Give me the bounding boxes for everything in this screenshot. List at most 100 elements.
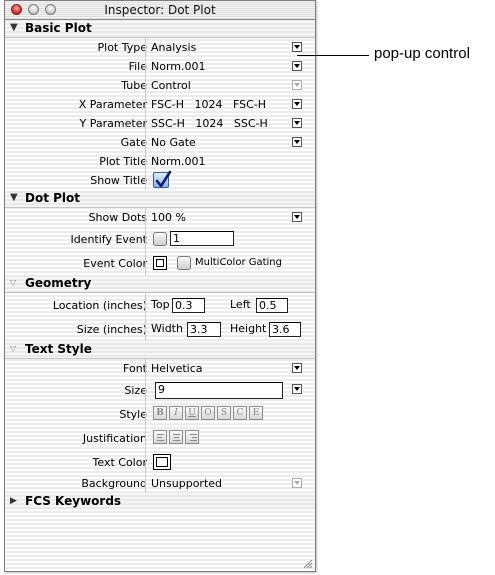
show-dots-label: Show Dots [88, 211, 147, 224]
size-label: Size (inches) [76, 323, 147, 336]
disclosure-triangle-down-icon[interactable]: ▽ [10, 278, 16, 287]
event-color-row: Event Color MultiColor Gating [5, 251, 315, 275]
font-label: Font [123, 362, 147, 375]
disclosure-triangle-down-icon[interactable]: ▼ [10, 22, 18, 33]
font-popup-arrow-icon[interactable] [292, 363, 302, 373]
inspector-window: Inspector: Dot Plot ▼ Basic Plot Plot Ty… [4, 0, 316, 572]
extend-button[interactable]: E [249, 406, 263, 420]
tube-value[interactable]: Control [151, 79, 191, 92]
font-row: Font Helvetica [5, 359, 315, 378]
background-label: Background [81, 477, 147, 490]
gate-row: Gate No Gate [5, 133, 315, 152]
section-title: FCS Keywords [25, 494, 122, 508]
section-title: Text Style [25, 342, 92, 356]
section-geometry[interactable]: ▽ Geometry [5, 275, 315, 293]
show-dots-row: Show Dots 100 % [5, 208, 315, 227]
gate-value[interactable]: No Gate [151, 136, 196, 149]
y-parameter-popup-arrow-icon[interactable] [292, 118, 302, 128]
plot-title-value[interactable]: Norm.001 [151, 155, 206, 168]
font-value[interactable]: Helvetica [151, 362, 203, 375]
x-parameter-row: X Parameter FSC-H 1024 FSC-H [5, 95, 315, 114]
section-title: Dot Plot [25, 191, 81, 205]
show-dots-value[interactable]: 100 % [151, 211, 186, 224]
condense-button[interactable]: C [233, 406, 247, 420]
identify-event-field[interactable]: 1 [170, 231, 234, 246]
x-parameter-value[interactable]: FSC-H 1024 FSC-H [151, 98, 285, 111]
size-font-row: Size 9 [5, 378, 315, 402]
location-label: Location (inches) [52, 299, 147, 312]
justification-row: Justification [5, 426, 315, 450]
font-size-popup-arrow-icon[interactable] [292, 384, 302, 394]
align-left-icon[interactable] [153, 430, 167, 444]
justification-label: Justification [82, 432, 147, 445]
section-text-style[interactable]: ▽ Text Style [5, 341, 315, 359]
multicolor-gating-label: MultiColor Gating [195, 257, 282, 268]
underline-button[interactable]: U [185, 406, 199, 420]
callout-leader-line [297, 55, 369, 56]
resize-grip-icon[interactable] [303, 559, 313, 569]
identify-event-label: Identify Event [70, 233, 147, 246]
size-width-label: Width [151, 322, 183, 335]
file-row: File Norm.001 [5, 57, 315, 76]
location-top-field[interactable]: 0.3 [172, 298, 205, 313]
italic-button[interactable]: I [169, 406, 183, 420]
plot-title-label: Plot Title [99, 155, 147, 168]
size-height-label: Height [230, 322, 267, 335]
show-dots-popup-arrow-icon[interactable] [292, 212, 302, 222]
background-popup-arrow-icon [292, 478, 302, 488]
size-height-field[interactable]: 3.6 [269, 322, 301, 337]
inspector-content: ▼ Basic Plot Plot Type Analysis File Nor… [5, 20, 315, 510]
tube-popup-arrow-icon [292, 80, 302, 90]
show-title-checkbox[interactable] [153, 170, 172, 188]
section-title: Geometry [25, 276, 92, 290]
bold-button[interactable]: B [153, 406, 167, 420]
plot-title-row: Plot Title Norm.001 [5, 152, 315, 171]
section-title: Basic Plot [25, 21, 92, 35]
file-popup-arrow-icon[interactable] [292, 61, 302, 71]
title-bar[interactable]: Inspector: Dot Plot [5, 1, 315, 20]
callout-label: pop-up control [374, 45, 470, 62]
gate-popup-arrow-icon[interactable] [292, 137, 302, 147]
font-size-field[interactable]: 9 [155, 382, 283, 399]
show-title-row: Show Title [5, 170, 315, 190]
plot-type-value[interactable]: Analysis [151, 41, 196, 54]
event-color-swatch[interactable] [153, 256, 167, 270]
file-value[interactable]: Norm.001 [151, 60, 206, 73]
identify-event-row: Identify Event 1 [5, 227, 315, 251]
section-basic-plot[interactable]: ▼ Basic Plot [5, 20, 315, 38]
plot-type-row: Plot Type Analysis [5, 38, 315, 57]
align-center-icon[interactable] [169, 430, 183, 444]
plot-type-popup-arrow-icon[interactable] [292, 42, 302, 52]
size-width-field[interactable]: 3.3 [187, 322, 221, 337]
background-value[interactable]: Unsupported [151, 477, 222, 490]
size-row: Size (inches) Width 3.3 Height 3.6 [5, 317, 315, 341]
style-label: Style [119, 408, 147, 421]
y-parameter-label: Y Parameter [79, 117, 147, 130]
y-parameter-value[interactable]: SSC-H 1024 SSC-H [151, 117, 285, 130]
shadow-button[interactable]: S [217, 406, 231, 420]
section-dot-plot[interactable]: ▼ Dot Plot [5, 190, 315, 208]
text-color-row: Text Color [5, 450, 315, 474]
location-top-label: Top [151, 298, 170, 311]
x-parameter-label: X Parameter [78, 98, 147, 111]
background-row: Background Unsupported [5, 474, 315, 493]
window-title: Inspector: Dot Plot [104, 3, 216, 17]
section-fcs-keywords[interactable]: ▶ FCS Keywords [5, 493, 315, 510]
style-row: Style B I U O S C E [5, 402, 315, 426]
location-left-label: Left [230, 298, 251, 311]
plot-type-label: Plot Type [97, 41, 148, 54]
checkmark-icon [155, 170, 172, 188]
identify-event-checkbox[interactable] [153, 232, 167, 246]
multicolor-gating-checkbox[interactable] [177, 256, 191, 270]
outline-button[interactable]: O [201, 406, 215, 420]
gate-label: Gate [120, 136, 147, 149]
text-color-swatch[interactable] [153, 454, 171, 470]
text-color-label: Text Color [92, 456, 147, 469]
location-left-field[interactable]: 0.5 [256, 298, 288, 313]
event-color-label: Event Color [83, 257, 147, 270]
disclosure-triangle-down-icon[interactable]: ▽ [10, 344, 16, 353]
disclosure-triangle-down-icon[interactable]: ▼ [10, 192, 18, 203]
x-parameter-popup-arrow-icon[interactable] [292, 99, 302, 109]
align-right-icon[interactable] [185, 430, 199, 444]
disclosure-triangle-right-icon[interactable]: ▶ [10, 496, 17, 506]
